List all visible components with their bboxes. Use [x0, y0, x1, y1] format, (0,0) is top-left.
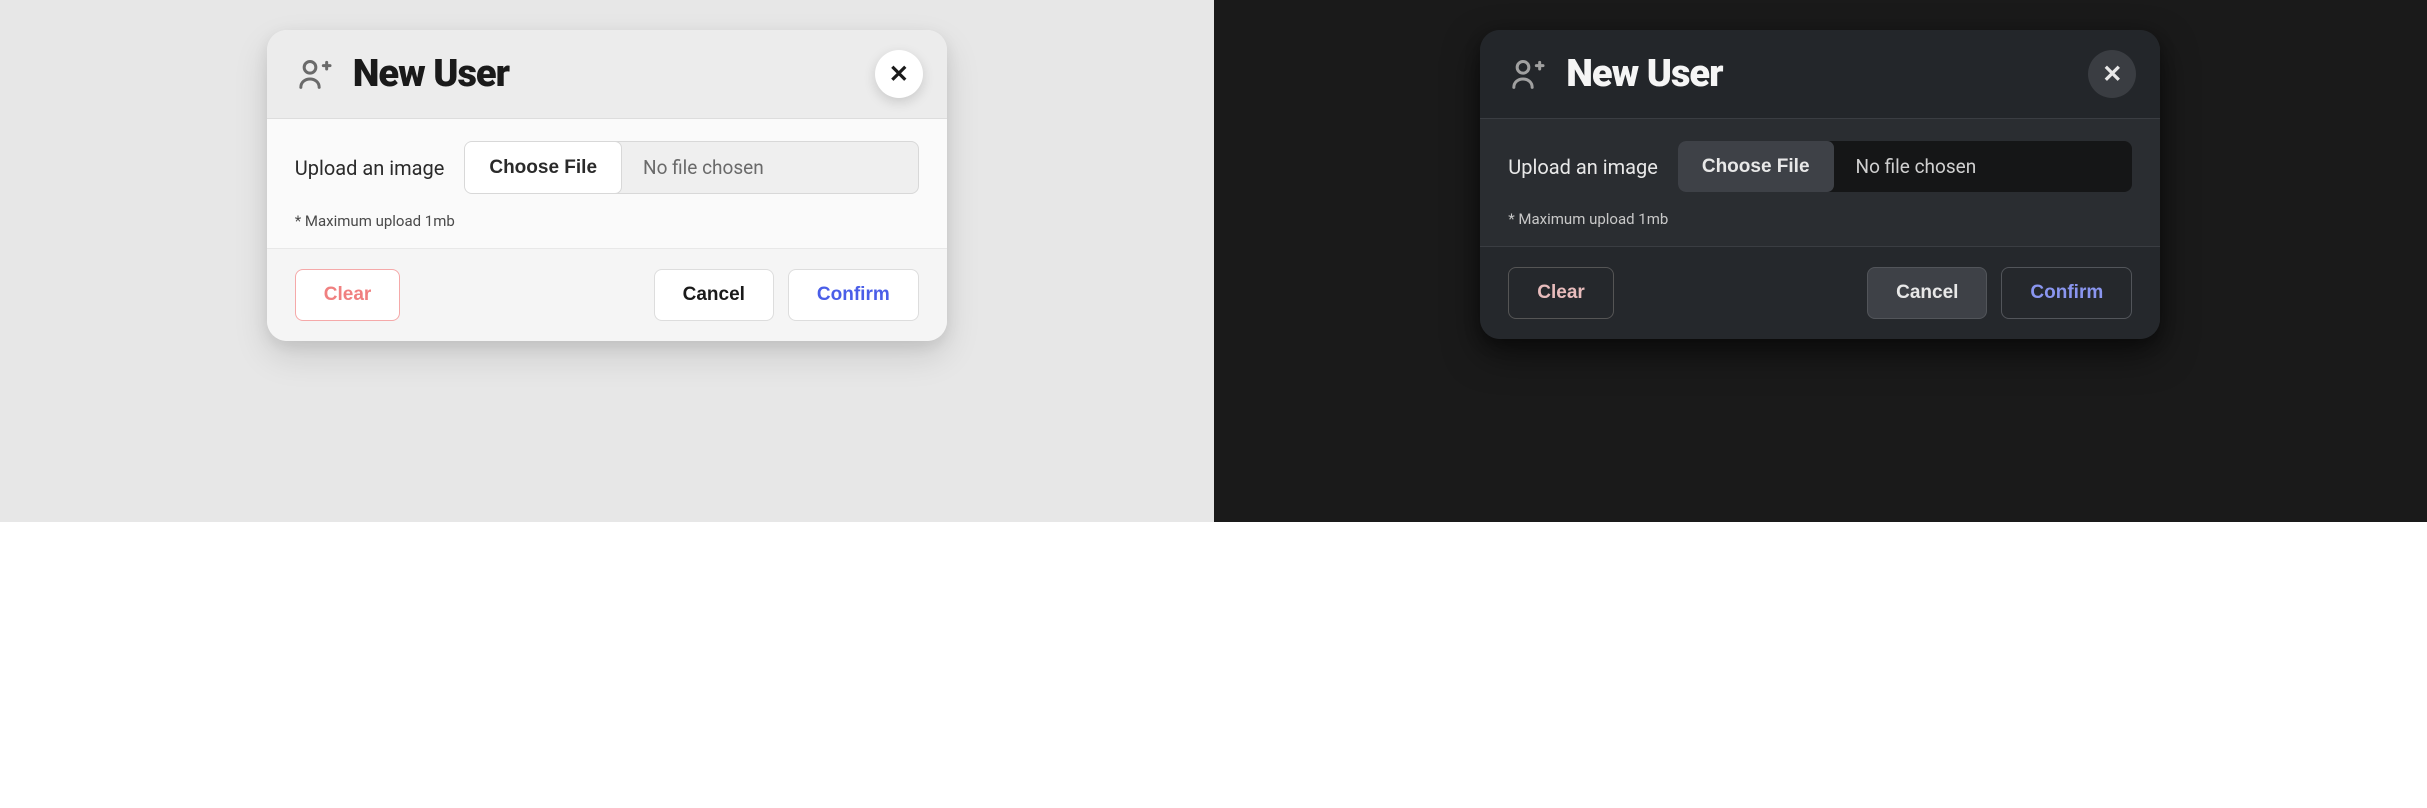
user-plus-icon — [1508, 54, 1548, 94]
modal-body: Upload an image Choose File No file chos… — [267, 119, 947, 248]
close-icon: ✕ — [889, 60, 909, 89]
close-icon: ✕ — [2102, 60, 2122, 89]
modal-header: New User ✕ — [1480, 30, 2160, 119]
modal-header: New User ✕ — [267, 30, 947, 119]
upload-hint: * Maximum upload 1mb — [1508, 210, 2132, 228]
file-chosen-status: No file chosen — [621, 142, 918, 193]
modal-footer: Clear Cancel Confirm — [1480, 246, 2160, 339]
light-theme-panel: New User ✕ Upload an image Choose File N… — [0, 0, 1214, 522]
confirm-button[interactable]: Confirm — [2001, 267, 2132, 319]
new-user-modal: New User ✕ Upload an image Choose File N… — [1480, 30, 2160, 339]
upload-row: Upload an image Choose File No file chos… — [1508, 141, 2132, 192]
modal-body: Upload an image Choose File No file chos… — [1480, 119, 2160, 246]
file-input-control: Choose File No file chosen — [1678, 141, 2132, 192]
modal-title: New User — [1566, 52, 1722, 96]
user-plus-icon — [295, 54, 335, 94]
clear-button[interactable]: Clear — [1508, 267, 1614, 319]
upload-row: Upload an image Choose File No file chos… — [295, 141, 919, 194]
confirm-button[interactable]: Confirm — [788, 269, 919, 321]
close-button[interactable]: ✕ — [2088, 50, 2136, 98]
cancel-button[interactable]: Cancel — [1867, 267, 1987, 319]
dark-theme-panel: New User ✕ Upload an image Choose File N… — [1214, 0, 2427, 522]
close-button[interactable]: ✕ — [875, 50, 923, 98]
modal-title: New User — [353, 52, 509, 96]
cancel-button[interactable]: Cancel — [654, 269, 774, 321]
upload-label: Upload an image — [1508, 155, 1658, 179]
new-user-modal: New User ✕ Upload an image Choose File N… — [267, 30, 947, 341]
upload-label: Upload an image — [295, 156, 445, 180]
clear-button[interactable]: Clear — [295, 269, 401, 321]
modal-footer: Clear Cancel Confirm — [267, 248, 947, 341]
choose-file-button[interactable]: Choose File — [464, 141, 622, 194]
file-chosen-status: No file chosen — [1834, 141, 2133, 192]
upload-hint: * Maximum upload 1mb — [295, 212, 919, 230]
choose-file-button[interactable]: Choose File — [1678, 141, 1834, 192]
file-input-control: Choose File No file chosen — [464, 141, 918, 194]
